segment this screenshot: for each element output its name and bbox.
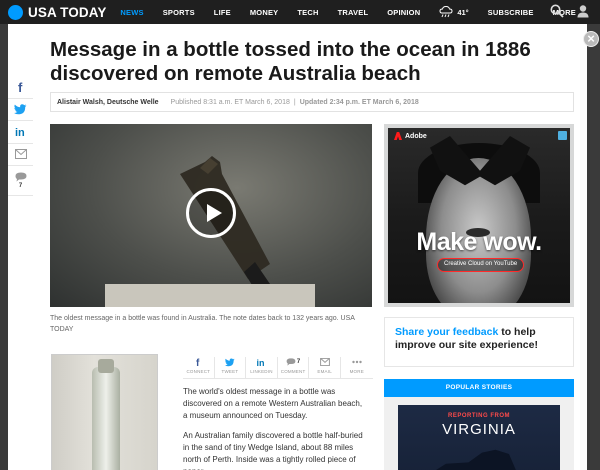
svg-text:f: f xyxy=(196,358,200,367)
photo-bottle-neck xyxy=(98,359,114,373)
nav-item-travel[interactable]: TRAVEL xyxy=(338,8,369,17)
article-paragraph: An Australian family discovered a bottle… xyxy=(183,431,363,470)
virginia-map-icon xyxy=(428,449,518,470)
popular-stories-heading: POPULAR STORIES xyxy=(384,379,574,397)
adobe-logo: Adobe xyxy=(394,132,427,140)
overlay-dim-left xyxy=(0,24,8,470)
article-body: The world's oldest message in a bottle w… xyxy=(183,386,365,470)
video-player[interactable] xyxy=(50,124,372,307)
ad-headline: Make wow. xyxy=(416,228,542,256)
share-label: CONNECT xyxy=(186,369,211,374)
twitter-icon xyxy=(14,104,27,115)
svg-text:f: f xyxy=(18,81,23,93)
facebook-icon: f xyxy=(18,81,23,93)
share-label: COMMENT xyxy=(280,369,306,374)
nav-links: NEWS SPORTS LIFE MONEY TECH TRAVEL OPINI… xyxy=(120,6,595,18)
byline-updated: Updated 2:34 p.m. ET March 6, 2018 xyxy=(299,98,419,106)
share-label: EMAIL xyxy=(317,369,332,374)
share-label: TWEET xyxy=(221,369,239,374)
twitter-icon xyxy=(224,358,235,366)
nav-item-opinion[interactable]: OPINION xyxy=(387,8,420,17)
nav-item-money[interactable]: MONEY xyxy=(250,8,279,17)
adchoices-icon[interactable] xyxy=(558,131,567,140)
email-icon xyxy=(14,149,27,160)
nav-item-life[interactable]: LIFE xyxy=(214,8,231,17)
rail-linkedin-button[interactable]: in xyxy=(8,121,33,144)
rain-cloud-icon xyxy=(439,6,453,18)
byline-separator: | xyxy=(293,98,296,106)
ad-cta-button[interactable]: Creative Cloud on YouTube xyxy=(437,258,525,272)
popular-story-kicker: REPORTING FROM xyxy=(448,413,510,419)
popular-stories: POPULAR STORIES REPORTING FROM VIRGINIA xyxy=(384,379,574,470)
top-nav: USA TODAY NEWS SPORTS LIFE MONEY TECH TR… xyxy=(0,0,600,24)
share-bar: f CONNECT TWEET in LINKEDIN 7 COMMENT EM… xyxy=(183,357,373,379)
share-label: LINKEDIN xyxy=(250,369,273,374)
facebook-icon: f xyxy=(196,358,200,367)
video-caption: The oldest message in a bottle was found… xyxy=(50,315,355,333)
feedback-box: Share your feedback to help improve our … xyxy=(384,317,574,367)
share-linkedin-button[interactable]: in LINKEDIN xyxy=(246,357,278,378)
comment-icon xyxy=(286,358,296,366)
svg-text:in: in xyxy=(257,358,265,367)
share-more-button[interactable]: MORE xyxy=(341,357,373,378)
nav-item-sports[interactable]: SPORTS xyxy=(163,8,195,17)
linkedin-icon: in xyxy=(15,127,25,137)
article-paragraph: The world's oldest message in a bottle w… xyxy=(183,387,363,420)
feedback-link[interactable]: Share your feedback xyxy=(395,326,498,338)
comment-count: 7 xyxy=(296,359,301,365)
share-label: MORE xyxy=(349,369,364,374)
brand-name[interactable]: USA TODAY xyxy=(28,5,106,20)
popular-story-title: VIRGINIA xyxy=(442,421,516,438)
nav-item-news[interactable]: NEWS xyxy=(120,8,143,17)
ad-brand: Adobe xyxy=(405,132,427,140)
advertisement[interactable]: Adobe Make wow. Creative Cloud on YouTub… xyxy=(384,124,574,307)
share-connect-button[interactable]: f CONNECT xyxy=(183,357,215,378)
rail-facebook-button[interactable]: f xyxy=(8,76,33,99)
article-headline: Message in a bottle tossed into the ocea… xyxy=(50,38,531,85)
share-comment-button[interactable]: 7 COMMENT xyxy=(278,357,310,378)
more-icon xyxy=(352,360,362,364)
article-photo[interactable] xyxy=(51,354,158,470)
byline-published: Published 8:31 a.m. ET March 6, 2018 xyxy=(170,98,290,106)
ad-creative: Adobe Make wow. Creative Cloud on YouTub… xyxy=(388,128,570,303)
nav-item-tech[interactable]: TECH xyxy=(297,8,318,17)
popular-story-card[interactable]: REPORTING FROM VIRGINIA xyxy=(398,405,560,470)
close-button[interactable]: × xyxy=(583,31,599,47)
byline-author[interactable]: Alistair Walsh, Deutsche Welle xyxy=(57,99,159,106)
comment-icon xyxy=(15,172,26,182)
nav-item-subscribe[interactable]: SUBSCRIBE xyxy=(488,8,534,17)
share-email-button[interactable]: EMAIL xyxy=(309,357,341,378)
overlay-dim-right xyxy=(587,24,600,470)
linkedin-icon: in xyxy=(257,358,265,367)
search-icon[interactable] xyxy=(550,4,564,18)
byline: Alistair Walsh, Deutsche Welle Published… xyxy=(50,92,574,112)
svg-text:in: in xyxy=(15,127,25,137)
video-pedestal xyxy=(105,284,315,307)
email-icon xyxy=(319,358,330,366)
share-tweet-button[interactable]: TWEET xyxy=(215,357,247,378)
weather-temp: 41° xyxy=(457,7,469,17)
rail-twitter-button[interactable] xyxy=(8,99,33,121)
weather-widget[interactable]: 41° xyxy=(439,6,469,18)
user-icon[interactable] xyxy=(576,4,590,18)
nav-right-tools xyxy=(538,4,590,18)
photo-bottle xyxy=(92,367,120,470)
rail-comment-count: 7 xyxy=(18,183,23,189)
rail-email-button[interactable] xyxy=(8,144,33,166)
article-modal: f in 7 Message in a bottle tossed into t… xyxy=(8,24,587,470)
share-rail: f in 7 xyxy=(8,76,33,196)
play-button[interactable] xyxy=(186,188,236,238)
adobe-logo-icon xyxy=(394,132,402,140)
usa-today-logo-icon[interactable] xyxy=(8,4,23,20)
rail-comment-button[interactable]: 7 xyxy=(8,166,33,196)
